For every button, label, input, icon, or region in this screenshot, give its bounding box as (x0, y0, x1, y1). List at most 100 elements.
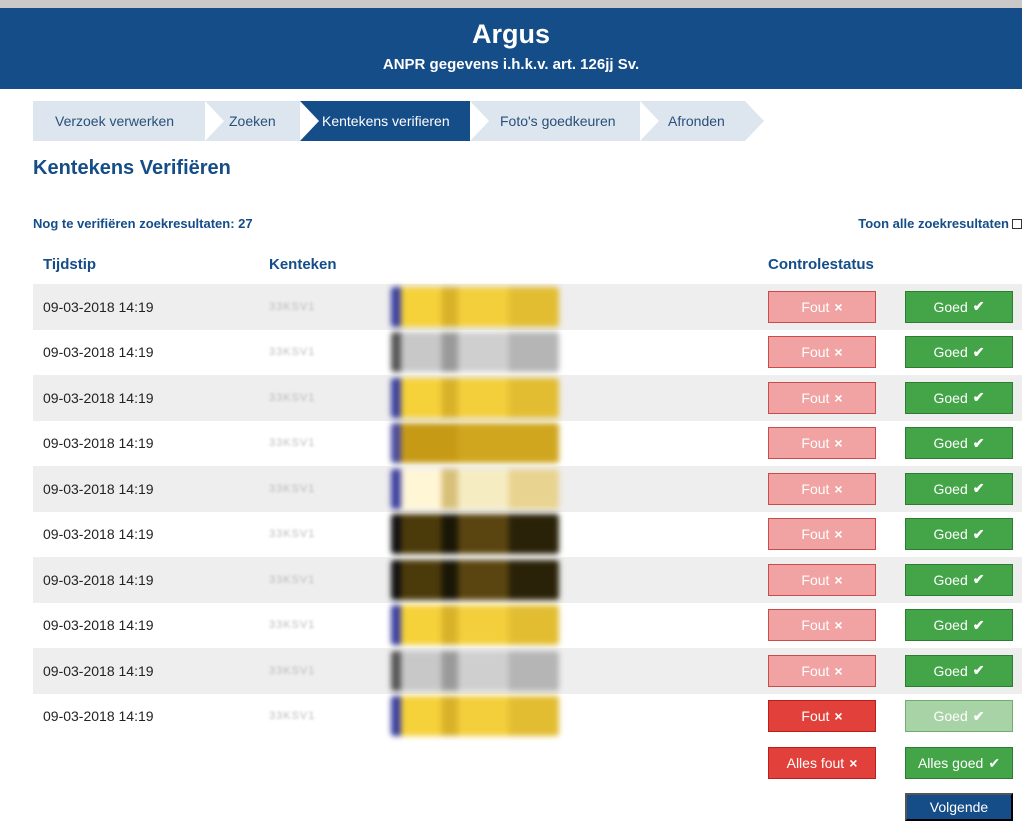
row-plate-text: 33KSV1 (269, 528, 316, 541)
goed-button[interactable]: Goed ✔ (905, 563, 1013, 596)
fout-button[interactable]: Fout × (768, 700, 876, 733)
check-icon: ✔ (972, 480, 985, 497)
row-plate-text: 33KSV1 (269, 482, 316, 495)
fout-button[interactable]: Fout × (768, 518, 876, 551)
fout-label: Fout (801, 298, 830, 315)
check-icon: ✔ (972, 298, 985, 315)
row-time: 09-03-2018 14:19 (43, 389, 154, 406)
fout-button[interactable]: Fout × (768, 290, 876, 323)
row-plate-text: 33KSV1 (269, 573, 316, 586)
row-time: 09-03-2018 14:19 (43, 571, 154, 588)
next-button[interactable]: Volgende (905, 793, 1013, 821)
row-plate-text: 33KSV1 (269, 391, 316, 404)
goed-label: Goed (933, 662, 968, 679)
cross-icon: × (834, 708, 843, 725)
table-row: 09-03-2018 14:19 33KSV1 Fout × Goed ✔ (33, 466, 1022, 512)
row-plate-text: 33KSV1 (269, 664, 316, 677)
fout-button[interactable]: Fout × (768, 336, 876, 369)
column-header-plate: Kenteken (269, 256, 337, 273)
fout-label: Fout (801, 617, 830, 634)
check-icon: ✔ (972, 434, 985, 451)
window-top-strip (0, 0, 1022, 8)
row-plate-text: 33KSV1 (269, 437, 316, 450)
check-icon: ✔ (972, 389, 985, 406)
table-row: 09-03-2018 14:19 33KSV1 Fout × Goed ✔ (33, 694, 1022, 740)
row-time: 09-03-2018 14:19 (43, 617, 154, 634)
plate-photo (391, 286, 559, 327)
table-row: 09-03-2018 14:19 33KSV1 Fout × Goed ✔ (33, 284, 1022, 330)
goed-label: Goed (933, 526, 968, 543)
goed-label: Goed (933, 389, 968, 406)
cross-icon: × (834, 435, 843, 452)
check-icon: ✔ (972, 662, 985, 679)
row-plate-text: 33KSV1 (269, 619, 316, 632)
fout-button[interactable]: Fout × (768, 472, 876, 505)
check-icon: ✔ (972, 571, 985, 588)
check-icon: ✔ (972, 616, 985, 633)
fout-label: Fout (801, 708, 830, 725)
plate-photo (391, 377, 559, 418)
step-kentekens-verifieren[interactable]: Kentekens verifieren (300, 101, 489, 141)
table-row: 09-03-2018 14:19 33KSV1 Fout × Goed ✔ (33, 375, 1022, 421)
step-label: Afronden (668, 113, 725, 129)
fout-label: Fout (801, 662, 830, 679)
goed-label: Goed (933, 708, 968, 725)
fout-button[interactable]: Fout × (768, 427, 876, 460)
row-time: 09-03-2018 14:19 (43, 480, 154, 497)
all-goed-button[interactable]: Alles goed ✔ (905, 747, 1013, 779)
cross-icon: × (834, 526, 843, 543)
cross-icon: × (834, 298, 843, 315)
app-header: Argus ANPR gegevens i.h.k.v. art. 126jj … (0, 8, 1022, 89)
plate-photo (391, 514, 559, 555)
step-fotos-goedkeuren[interactable]: Foto's goedkeuren (470, 101, 659, 141)
goed-button[interactable]: Goed ✔ (905, 336, 1013, 369)
goed-label: Goed (933, 435, 968, 452)
fout-label: Fout (801, 435, 830, 452)
step-label: Foto's goedkeuren (500, 113, 616, 129)
step-zoeken[interactable]: Zoeken (205, 101, 319, 141)
table-row: 09-03-2018 14:19 33KSV1 Fout × Goed ✔ (33, 512, 1022, 558)
all-goed-label: Alles goed (917, 755, 984, 771)
show-all-toggle[interactable]: Toon alle zoekresultaten (858, 216, 1022, 231)
plate-photo (391, 332, 559, 373)
row-time: 09-03-2018 14:19 (43, 526, 154, 543)
goed-button[interactable]: Goed ✔ (905, 609, 1013, 642)
fout-button[interactable]: Fout × (768, 654, 876, 687)
fout-button[interactable]: Fout × (768, 381, 876, 414)
step-verzoek-verwerken[interactable]: Verzoek verwerken (33, 101, 224, 141)
fout-label: Fout (801, 344, 830, 361)
check-icon: ✔ (988, 754, 1001, 771)
goed-button[interactable]: Goed ✔ (905, 290, 1013, 323)
step-afronden[interactable]: Afronden (640, 101, 764, 141)
plate-photo (391, 468, 559, 509)
row-plate-text: 33KSV1 (269, 300, 316, 313)
goed-button[interactable]: Goed ✔ (905, 654, 1013, 687)
fout-label: Fout (801, 389, 830, 406)
cross-icon: × (834, 389, 843, 406)
fout-label: Fout (801, 526, 830, 543)
goed-button[interactable]: Goed ✔ (905, 381, 1013, 414)
fout-button[interactable]: Fout × (768, 609, 876, 642)
goed-button[interactable]: Goed ✔ (905, 518, 1013, 551)
show-all-label: Toon alle zoekresultaten (858, 216, 1009, 231)
goed-button[interactable]: Goed ✔ (905, 700, 1013, 733)
all-fout-button[interactable]: Alles fout × (768, 747, 876, 779)
goed-button[interactable]: Goed ✔ (905, 427, 1013, 460)
cross-icon: × (834, 571, 843, 588)
table-row: 09-03-2018 14:19 33KSV1 Fout × Goed ✔ (33, 648, 1022, 694)
row-time: 09-03-2018 14:19 (43, 662, 154, 679)
page-title: Kentekens Verifiëren (33, 157, 231, 179)
cross-icon: × (834, 480, 843, 497)
show-all-checkbox[interactable] (1012, 218, 1022, 229)
goed-label: Goed (933, 344, 968, 361)
fout-label: Fout (801, 571, 830, 588)
row-time: 09-03-2018 14:19 (43, 298, 154, 315)
fout-button[interactable]: Fout × (768, 563, 876, 596)
goed-button[interactable]: Goed ✔ (905, 472, 1013, 505)
all-fout-label: Alles fout (786, 755, 845, 771)
row-time: 09-03-2018 14:19 (43, 708, 154, 725)
app-subtitle: ANPR gegevens i.h.k.v. art. 126jj Sv. (382, 56, 640, 73)
row-time: 09-03-2018 14:19 (43, 344, 154, 361)
goed-label: Goed (933, 571, 968, 588)
plate-photo (391, 650, 559, 691)
